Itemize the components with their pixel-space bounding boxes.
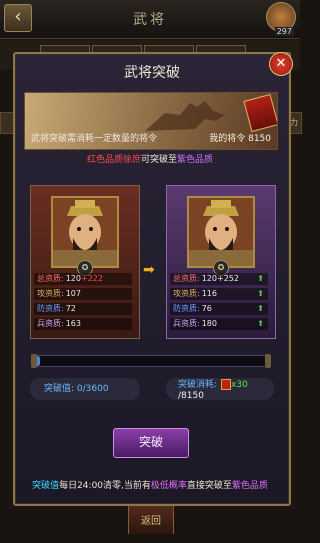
arrow-up-icon: ⬆ (257, 304, 264, 313)
breakthrough-button[interactable]: 突破 (113, 428, 189, 458)
token-gem-icon (221, 379, 232, 390)
dialog-title: 武将突破 (124, 65, 180, 81)
token-banner: 武将突破需消耗一定数量的将令 我的将令 8150 (24, 92, 278, 150)
stat-troops-right: 兵资质: 180 ⬆ (170, 318, 268, 330)
general-face-icon (53, 198, 117, 266)
breakthrough-cost-pill: 突破消耗: x30/8150 (166, 378, 274, 401)
arrow-up-icon: ⬆ (257, 319, 264, 328)
current-general-card: ✪ (30, 185, 140, 339)
quality-line: 红色品质徐庶可突破至紫色品质 (86, 155, 214, 165)
arrow-up-icon: ⬆ (257, 289, 264, 298)
footer-notice: 突破值每日24:00清零,当前有极低概率直接突破至紫色品质 (32, 481, 268, 491)
page-title: 武将 (133, 12, 167, 28)
breakthrough-value-pill: 突破值: 0/3600 (30, 378, 140, 400)
general-token-icon (243, 93, 277, 133)
horse-rider-silhouette-icon (145, 101, 225, 131)
breakthrough-progress-bar (31, 354, 271, 368)
stat-attack-left: 攻资质: 107 (34, 288, 132, 300)
general-portrait (51, 196, 119, 268)
banner-description: 武将突破需消耗一定数量的将令 (31, 134, 158, 144)
stat-total-right: 总资质: 120+252 ⬆ (170, 273, 268, 285)
stat-troops-left: 兵资质: 163 (34, 318, 132, 330)
top-bar: ‹ 武将 297 (0, 0, 300, 39)
general-face-icon (189, 198, 253, 266)
stat-attack-right: 攻资质: 116 ⬆ (170, 288, 268, 300)
arrow-up-icon: ⬆ (257, 274, 264, 283)
avatar-badge: 297 (274, 27, 294, 36)
close-icon[interactable]: ✕ (269, 52, 293, 76)
my-token-count: 我的将令 8150 (209, 134, 271, 144)
upgraded-general-card: ✪ (166, 185, 276, 339)
stat-total-left: 总资质: 120+222 (34, 273, 132, 285)
stat-defense-right: 防资质: 76 ⬆ (170, 303, 268, 315)
right-arrow-icon: ➡ (143, 262, 155, 278)
stat-defense-left: 防资质: 72 (34, 303, 132, 315)
general-portrait (187, 196, 255, 268)
